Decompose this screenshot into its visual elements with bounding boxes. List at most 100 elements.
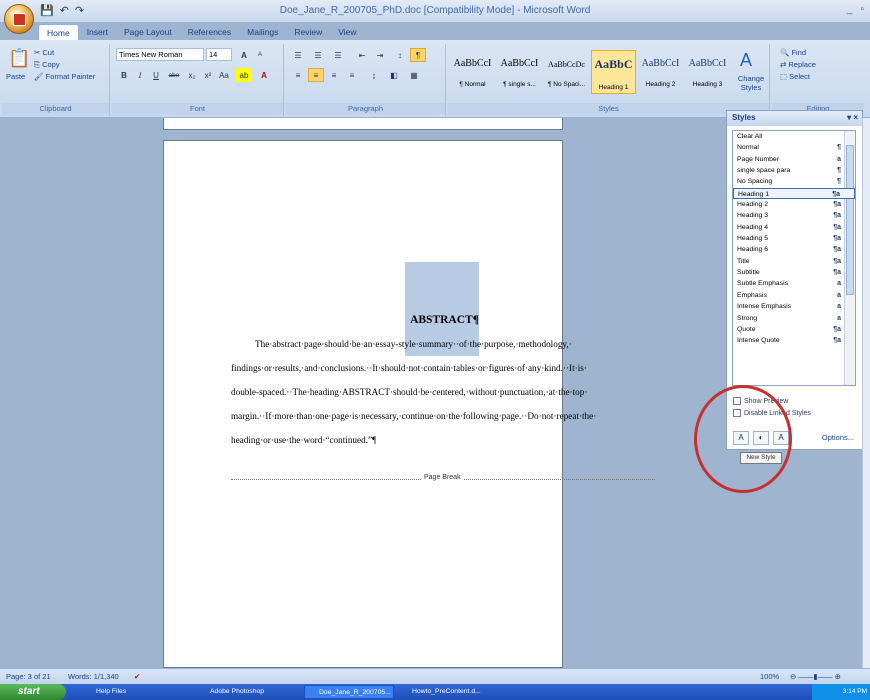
taskbar-howto-doc[interactable]: Howto_PreContent.d...: [398, 685, 488, 699]
body-line[interactable]: heading·or·use·the·word·“continued.”¶: [231, 435, 376, 445]
tab-review[interactable]: Review: [286, 24, 330, 40]
font-name-field[interactable]: Times New Roman: [116, 48, 204, 61]
style-heading-1[interactable]: AaBbC Heading 1: [591, 50, 636, 94]
style-list-item[interactable]: Quote ¶a: [733, 324, 855, 335]
taskbar-help-files[interactable]: Help Files: [82, 685, 182, 699]
grow-font-button[interactable]: A: [236, 48, 252, 62]
style-list-item[interactable]: Strong a: [733, 313, 855, 324]
style-single-space[interactable]: AaBbCcI ¶ single s...: [497, 50, 542, 94]
style-list-item[interactable]: Heading 6 ¶a: [733, 244, 855, 255]
font-color-icon[interactable]: A: [256, 68, 272, 82]
change-styles-icon[interactable]: A: [740, 50, 752, 71]
restore-button[interactable]: ▫: [860, 4, 864, 15]
word-count[interactable]: Words: 1/1,340: [68, 672, 119, 681]
bold-button[interactable]: B: [116, 68, 132, 82]
style-name: ¶ single s...: [503, 81, 536, 88]
change-case-button[interactable]: Aa: [216, 68, 232, 82]
document-scrollbar[interactable]: [862, 118, 870, 668]
style-list-item[interactable]: Emphasis a: [733, 290, 855, 301]
style-no-spacing[interactable]: AaBbCcDc ¶ No Spaci...: [544, 50, 589, 94]
borders-icon[interactable]: ▦: [406, 68, 422, 82]
underline-button[interactable]: U: [148, 68, 164, 82]
style-list-item[interactable]: Page Number a: [733, 154, 855, 165]
style-heading-2[interactable]: AaBbCcI Heading 2: [638, 50, 683, 94]
justify-icon[interactable]: ≡: [344, 68, 360, 82]
style-heading-3[interactable]: AaBbCcI Heading 3: [685, 50, 730, 94]
multilevel-list-icon[interactable]: ☰: [330, 48, 346, 62]
clock[interactable]: 3:14 PM: [843, 688, 867, 695]
body-line[interactable]: double-spaced.··The·heading·ABSTRACT·sho…: [231, 387, 587, 397]
shading-icon[interactable]: ◧: [386, 68, 402, 82]
style-list-item[interactable]: single space para ¶: [733, 165, 855, 176]
change-styles-button[interactable]: Change Styles: [736, 74, 766, 92]
style-list-item[interactable]: Clear All: [733, 131, 855, 142]
tab-home[interactable]: Home: [38, 24, 79, 40]
strikethrough-button[interactable]: abe: [166, 68, 182, 82]
zoom-level[interactable]: 100%: [760, 672, 779, 681]
sort-icon[interactable]: ↕: [392, 48, 408, 62]
increase-indent-icon[interactable]: ⇥: [372, 48, 388, 62]
style-list-item[interactable]: Heading 3 ¶a: [733, 210, 855, 221]
body-line[interactable]: margin.··If·more·than·one·page·is·necess…: [231, 411, 596, 421]
numbering-icon[interactable]: ☰: [310, 48, 326, 62]
shrink-font-button[interactable]: A: [252, 48, 268, 62]
start-button[interactable]: start: [0, 684, 66, 700]
tab-mailings[interactable]: Mailings: [239, 24, 286, 40]
styles-list[interactable]: Clear All Normal ¶ Page Number a single space…: [732, 130, 856, 386]
align-center-icon[interactable]: ≡: [308, 68, 324, 82]
tab-view[interactable]: View: [330, 24, 364, 40]
style-list-item[interactable]: Subtitle ¶a: [733, 267, 855, 278]
replace-button[interactable]: ⇄ Replace: [780, 60, 816, 69]
document-page[interactable]: ABSTRACT¶ The·abstract·page·should·be·an…: [163, 140, 655, 668]
taskbar-photoshop[interactable]: Adobe Photoshop: [196, 685, 296, 699]
close-pane-button[interactable]: ▾ ×: [847, 113, 858, 122]
line-spacing-icon[interactable]: ↨: [366, 68, 382, 82]
style-list-item[interactable]: Heading 2 ¶a: [733, 199, 855, 210]
style-list-item[interactable]: Intense Emphasis a: [733, 301, 855, 312]
style-list-item[interactable]: Normal ¶: [733, 142, 855, 153]
tab-insert[interactable]: Insert: [79, 24, 116, 40]
align-left-icon[interactable]: ≡: [290, 68, 306, 82]
document-area[interactable]: ABSTRACT¶ The·abstract·page·should·be·an…: [0, 118, 722, 668]
style-list-item[interactable]: Intense Quote ¶a: [733, 335, 855, 346]
zoom-slider[interactable]: ⊖ ——▮—— ⊕: [790, 672, 841, 681]
align-right-icon[interactable]: ≡: [326, 68, 342, 82]
tab-page-layout[interactable]: Page Layout: [116, 24, 180, 40]
style-list-item[interactable]: Heading 5 ¶a: [733, 233, 855, 244]
style-list-item[interactable]: Title ¶a: [733, 256, 855, 267]
page-count[interactable]: Page: 3 of 21: [6, 672, 51, 681]
style-list-item[interactable]: Subtle Emphasis a: [733, 278, 855, 289]
show-hide-marks-icon[interactable]: ¶: [410, 48, 426, 62]
copy-button[interactable]: ⎘ Copy: [34, 60, 60, 70]
style-list-item-name: Heading 5: [737, 235, 768, 243]
subscript-button[interactable]: x₂: [184, 68, 200, 82]
font-size-field[interactable]: 14: [206, 48, 232, 61]
options-link[interactable]: Options...: [822, 433, 854, 442]
style-list-item[interactable]: Heading 1 ¶a: [733, 187, 855, 200]
select-button[interactable]: ⬚ Select: [780, 72, 810, 81]
font-label: Font: [112, 103, 283, 114]
taskbar-word-doc[interactable]: Doe_Jane_R_200705...: [304, 685, 394, 699]
style-list-item[interactable]: Heading 4 ¶a: [733, 222, 855, 233]
proofing-icon[interactable]: ✔: [134, 672, 140, 681]
bullets-icon[interactable]: ☰: [290, 48, 306, 62]
superscript-button[interactable]: x²: [200, 68, 216, 82]
tab-references[interactable]: References: [180, 24, 239, 40]
style-list-item[interactable]: No Spacing ¶: [733, 176, 855, 187]
italic-button[interactable]: I: [132, 68, 148, 82]
highlight-icon[interactable]: ab: [236, 68, 252, 82]
body-line[interactable]: findings·or·results,·and·conclusions.··I…: [231, 363, 587, 373]
cut-button[interactable]: ✂ Cut: [34, 48, 54, 57]
body-line[interactable]: The·abstract·page·should·be·an·essay-sty…: [255, 339, 572, 349]
style-type-icon: a: [837, 314, 841, 322]
decrease-indent-icon[interactable]: ⇤: [354, 48, 370, 62]
ribbon-tabs: Home Insert Page Layout References Maili…: [38, 24, 365, 40]
paste-icon[interactable]: 📋: [8, 48, 30, 69]
style-normal[interactable]: AaBbCcI ¶ Normal: [450, 50, 495, 94]
abstract-heading[interactable]: ABSTRACT¶: [402, 314, 487, 326]
minimize-button[interactable]: _: [847, 4, 853, 15]
paste-button[interactable]: Paste: [6, 72, 25, 81]
office-button[interactable]: [4, 4, 34, 34]
find-button[interactable]: 🔍 Find: [780, 48, 806, 57]
format-painter-button[interactable]: 🖌 Format Painter: [34, 72, 95, 81]
